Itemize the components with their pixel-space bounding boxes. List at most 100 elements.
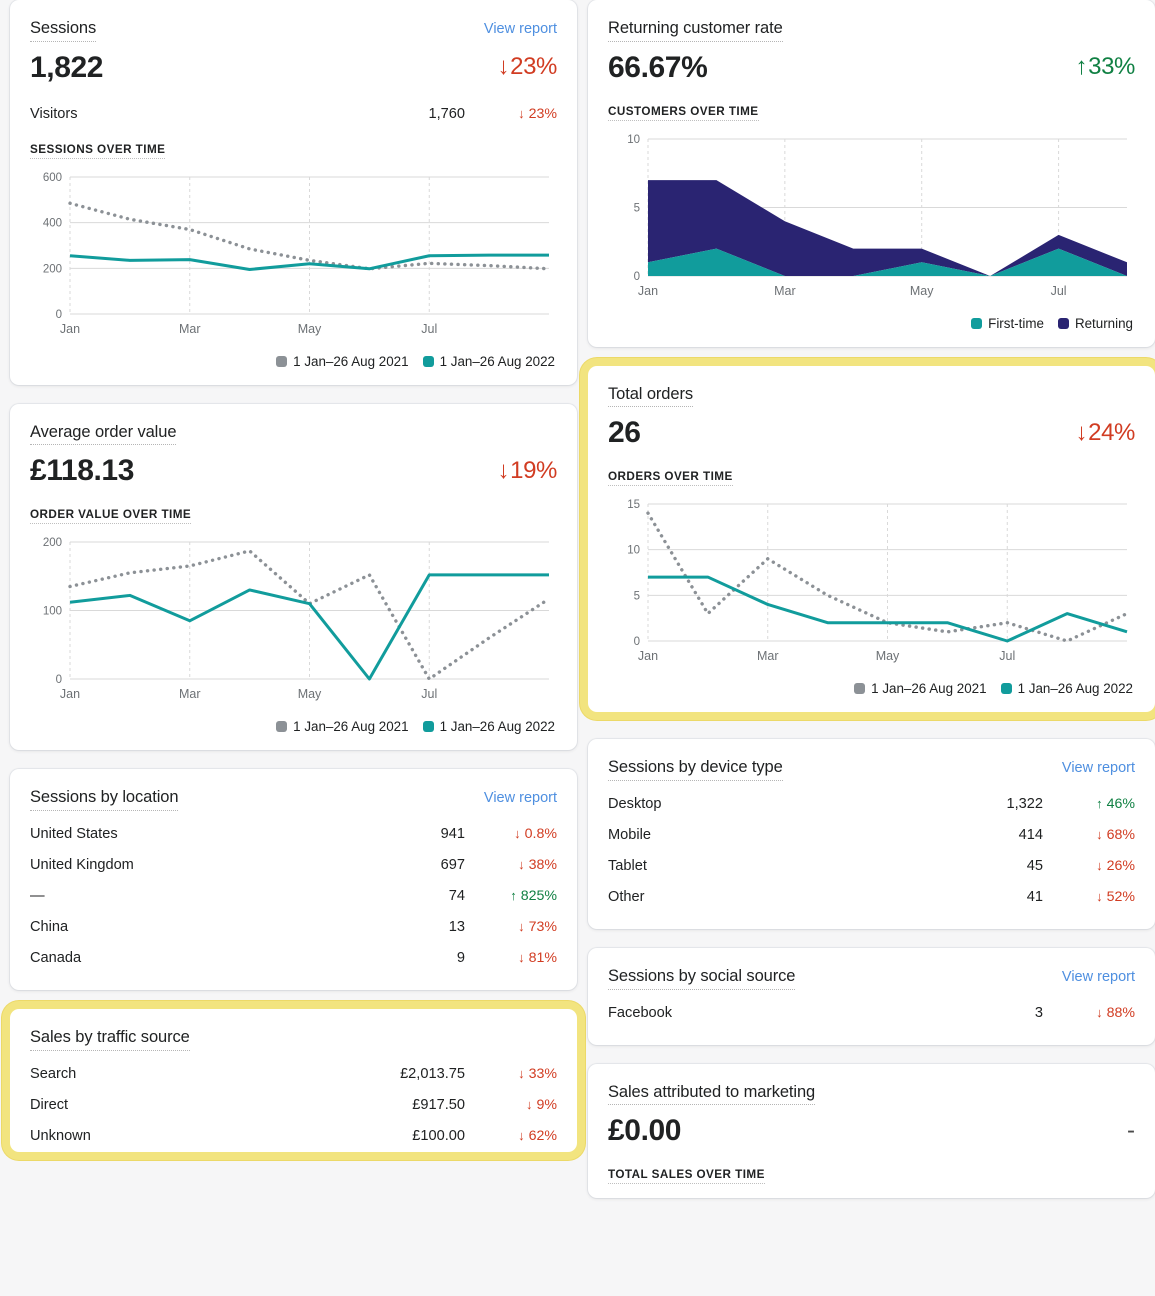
sessions-by-device-type-view-report-link[interactable]: View report (1062, 760, 1135, 776)
total-orders-value: 26 (608, 416, 641, 449)
returning-customer-rate-card: Returning customer rate 66.67% ↑33% CUST… (588, 0, 1155, 347)
sessions-chart: 0200400600JanMarMayJul (30, 169, 557, 344)
svg-text:Jan: Jan (638, 649, 658, 663)
legend-label: 1 Jan–26 Aug 2021 (871, 681, 986, 696)
order-value-chart: 0100200JanMarMayJul (30, 534, 557, 709)
arrow-down-icon: ↓ (1096, 827, 1103, 842)
list-item-delta-value: 38% (529, 857, 557, 873)
list-item-value: £917.50 (315, 1097, 465, 1113)
list-item-delta: ↓62% (465, 1128, 557, 1144)
svg-text:Mar: Mar (774, 284, 796, 298)
legend-item[interactable]: 1 Jan–26 Aug 2021 (276, 354, 408, 369)
sessions-card: Sessions View report 1,822 ↓23% Visitors… (10, 0, 577, 385)
order-value-chart-caption: ORDER VALUE OVER TIME (30, 508, 191, 524)
legend-swatch-icon (276, 356, 287, 367)
legend-item[interactable]: 1 Jan–26 Aug 2022 (423, 719, 555, 734)
sessions-delta: ↓23% (498, 53, 557, 81)
arrow-down-icon: ↓ (518, 1066, 525, 1081)
list-item-label: Search (30, 1066, 315, 1082)
sessions-card-header: Sessions View report (30, 18, 557, 42)
sessions-by-social-source-list: Facebook3↓88% (608, 998, 1135, 1029)
svg-text:15: 15 (627, 499, 640, 511)
list-item: United States941↓0.8% (30, 819, 557, 850)
list-item-delta-value: 9% (536, 1097, 557, 1113)
list-item-delta: ↓38% (465, 857, 557, 873)
list-item: United Kingdom697↓38% (30, 850, 557, 881)
legend-label: 1 Jan–26 Aug 2022 (440, 354, 555, 369)
legend-item[interactable]: 1 Jan–26 Aug 2021 (276, 719, 408, 734)
arrow-down-icon: ↓ (1096, 889, 1103, 904)
list-item: Search£2,013.75↓33% (30, 1059, 557, 1090)
legend-swatch-icon (971, 318, 982, 329)
sessions-by-device-type-card: Sessions by device type View report Desk… (588, 739, 1155, 929)
sales-attributed-to-marketing-metric-row: £0.00 - (608, 1114, 1135, 1147)
legend-item[interactable]: Returning (1058, 316, 1133, 331)
list-item: Desktop1,322↑46% (608, 789, 1135, 820)
sales-attributed-to-marketing-header: Sales attributed to marketing (608, 1082, 1135, 1106)
returning-customer-rate-value: 66.67% (608, 51, 707, 84)
legend-swatch-icon (1058, 318, 1069, 329)
visitors-value: 1,760 (345, 106, 465, 122)
list-item: Mobile414↓68% (608, 820, 1135, 851)
svg-text:200: 200 (43, 537, 62, 549)
list-item-delta-value: 88% (1107, 1005, 1135, 1021)
sessions-by-social-source-view-report-link[interactable]: View report (1062, 969, 1135, 985)
arrow-down-icon: ↓ (518, 919, 525, 934)
list-item-value: 45 (893, 858, 1043, 874)
list-item: —74↑825% (30, 881, 557, 912)
list-item-delta: ↓52% (1043, 889, 1135, 905)
sales-attributed-to-marketing-card: Sales attributed to marketing £0.00 - TO… (588, 1064, 1155, 1199)
list-item-delta: ↓81% (465, 950, 557, 966)
total-orders-title: Total orders (608, 384, 693, 408)
list-item-value: 9 (315, 950, 465, 966)
sessions-value: 1,822 (30, 51, 103, 84)
svg-text:May: May (298, 322, 322, 336)
legend-label: 1 Jan–26 Aug 2021 (293, 354, 408, 369)
customers-chart: 0510JanMarMayJul (608, 131, 1135, 306)
svg-text:0: 0 (56, 309, 62, 321)
svg-text:Jan: Jan (60, 322, 80, 336)
sales-by-traffic-source-card: Sales by traffic source Search£2,013.75↓… (10, 1009, 577, 1152)
customers-chart-caption: CUSTOMERS OVER TIME (608, 105, 759, 121)
arrow-up-icon: ↑ (1096, 796, 1103, 811)
average-order-value-value: £118.13 (30, 454, 134, 487)
svg-text:0: 0 (56, 674, 62, 686)
right-column: Returning customer rate 66.67% ↑33% CUST… (588, 0, 1155, 1217)
list-item-delta: ↑825% (465, 888, 557, 904)
sessions-title: Sessions (30, 18, 96, 42)
sessions-by-device-type-title: Sessions by device type (608, 757, 783, 781)
sessions-chart-caption: SESSIONS OVER TIME (30, 143, 165, 159)
sessions-chart-legend: 1 Jan–26 Aug 2021 1 Jan–26 Aug 2022 (30, 354, 557, 369)
list-item-label: Mobile (608, 827, 893, 843)
svg-text:5: 5 (634, 591, 640, 603)
sales-attributed-to-marketing-title: Sales attributed to marketing (608, 1082, 815, 1106)
list-item-label: China (30, 919, 315, 935)
legend-item[interactable]: 1 Jan–26 Aug 2022 (1001, 681, 1133, 696)
returning-customer-rate-delta: ↑33% (1076, 53, 1135, 81)
arrow-down-icon: ↓ (526, 1097, 533, 1112)
total-orders-delta: ↓24% (1076, 419, 1135, 447)
svg-text:May: May (910, 284, 934, 298)
arrow-down-icon: ↓ (518, 950, 525, 965)
average-order-value-card: Average order value £118.13 ↓19% ORDER V… (10, 404, 577, 751)
visitors-delta-value: 23% (529, 106, 557, 122)
sessions-by-location-header: Sessions by location View report (30, 787, 557, 811)
legend-item[interactable]: 1 Jan–26 Aug 2022 (423, 354, 555, 369)
list-item-delta: ↓ 88% (1043, 1005, 1135, 1021)
list-item-label: — (30, 888, 315, 904)
list-item: Canada9↓81% (30, 943, 557, 974)
sessions-by-location-view-report-link[interactable]: View report (484, 790, 557, 806)
legend-label: 1 Jan–26 Aug 2022 (1018, 681, 1133, 696)
list-item-value: £100.00 (315, 1128, 465, 1144)
arrow-down-icon: ↓ (1096, 1005, 1103, 1020)
sessions-by-device-type-header: Sessions by device type View report (608, 757, 1135, 781)
list-item-label: Direct (30, 1097, 315, 1113)
legend-swatch-icon (1001, 683, 1012, 694)
sessions-by-location-card: Sessions by location View report United … (10, 769, 577, 990)
legend-item[interactable]: First-time (971, 316, 1044, 331)
total-orders-metric-row: 26 ↓24% (608, 416, 1135, 449)
legend-label: 1 Jan–26 Aug 2021 (293, 719, 408, 734)
legend-item[interactable]: 1 Jan–26 Aug 2021 (854, 681, 986, 696)
sessions-view-report-link[interactable]: View report (484, 21, 557, 37)
list-item-label: Desktop (608, 796, 893, 812)
